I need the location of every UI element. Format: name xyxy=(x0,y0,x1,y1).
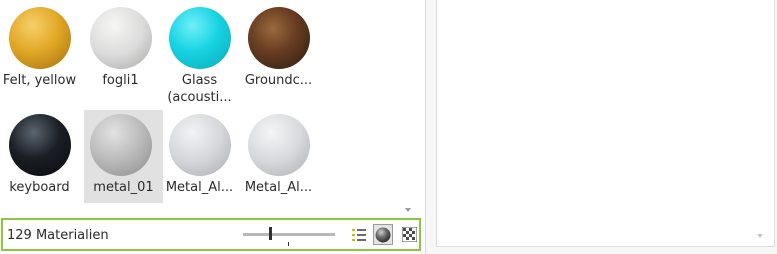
slider-handle[interactable] xyxy=(269,227,272,240)
material-label: fogli1 xyxy=(102,73,139,88)
scroll-down-arrow-icon[interactable] xyxy=(757,234,763,238)
material-sphere xyxy=(169,114,231,176)
material-sphere xyxy=(90,7,152,69)
material-item[interactable]: Metal_Al... xyxy=(160,110,239,203)
material-browser-panel: Felt, yellow fogli1 Glass (acousti... Gr… xyxy=(0,0,426,254)
material-label: keyboard xyxy=(9,180,70,195)
list-view-icon xyxy=(352,228,366,241)
material-preview-panel xyxy=(436,0,777,254)
material-item[interactable]: keyboard xyxy=(0,110,79,203)
preview-area xyxy=(436,0,775,247)
slider-tick xyxy=(288,242,289,246)
material-label: Metal_Al... xyxy=(165,180,234,195)
material-grid: Felt, yellow fogli1 Glass (acousti... Gr… xyxy=(0,0,420,218)
material-browser-footer: 129 Materialien xyxy=(1,218,421,251)
list-view-button[interactable] xyxy=(349,224,369,245)
material-item[interactable]: fogli1 xyxy=(81,3,160,96)
material-sphere xyxy=(248,114,310,176)
material-sphere xyxy=(169,7,231,69)
material-item-selected[interactable]: metal_01 xyxy=(84,110,163,203)
material-sphere xyxy=(248,7,310,69)
material-label: Felt, yellow xyxy=(2,73,77,88)
material-item[interactable]: Groundc... xyxy=(239,3,318,96)
material-item[interactable]: Metal_Al... xyxy=(239,110,318,203)
sphere-preview-icon xyxy=(375,227,391,242)
material-sphere xyxy=(9,114,71,176)
material-item[interactable]: Glass (acousti... xyxy=(160,3,239,105)
material-label: Metal_Al... xyxy=(244,180,313,195)
material-count: 129 Materialien xyxy=(7,228,109,243)
scroll-down-arrow-icon[interactable] xyxy=(405,208,411,212)
material-label: Glass (acousti... xyxy=(167,73,232,105)
material-label: metal_01 xyxy=(93,180,154,195)
checker-background-icon xyxy=(401,227,417,242)
material-sphere xyxy=(9,7,71,69)
material-label: Groundc... xyxy=(244,73,313,88)
material-sphere xyxy=(90,114,152,176)
material-item[interactable]: Felt, yellow xyxy=(0,3,79,96)
thumbnail-size-slider[interactable] xyxy=(243,233,335,236)
sphere-preview-button[interactable] xyxy=(373,224,393,245)
checker-background-button[interactable] xyxy=(399,224,419,245)
